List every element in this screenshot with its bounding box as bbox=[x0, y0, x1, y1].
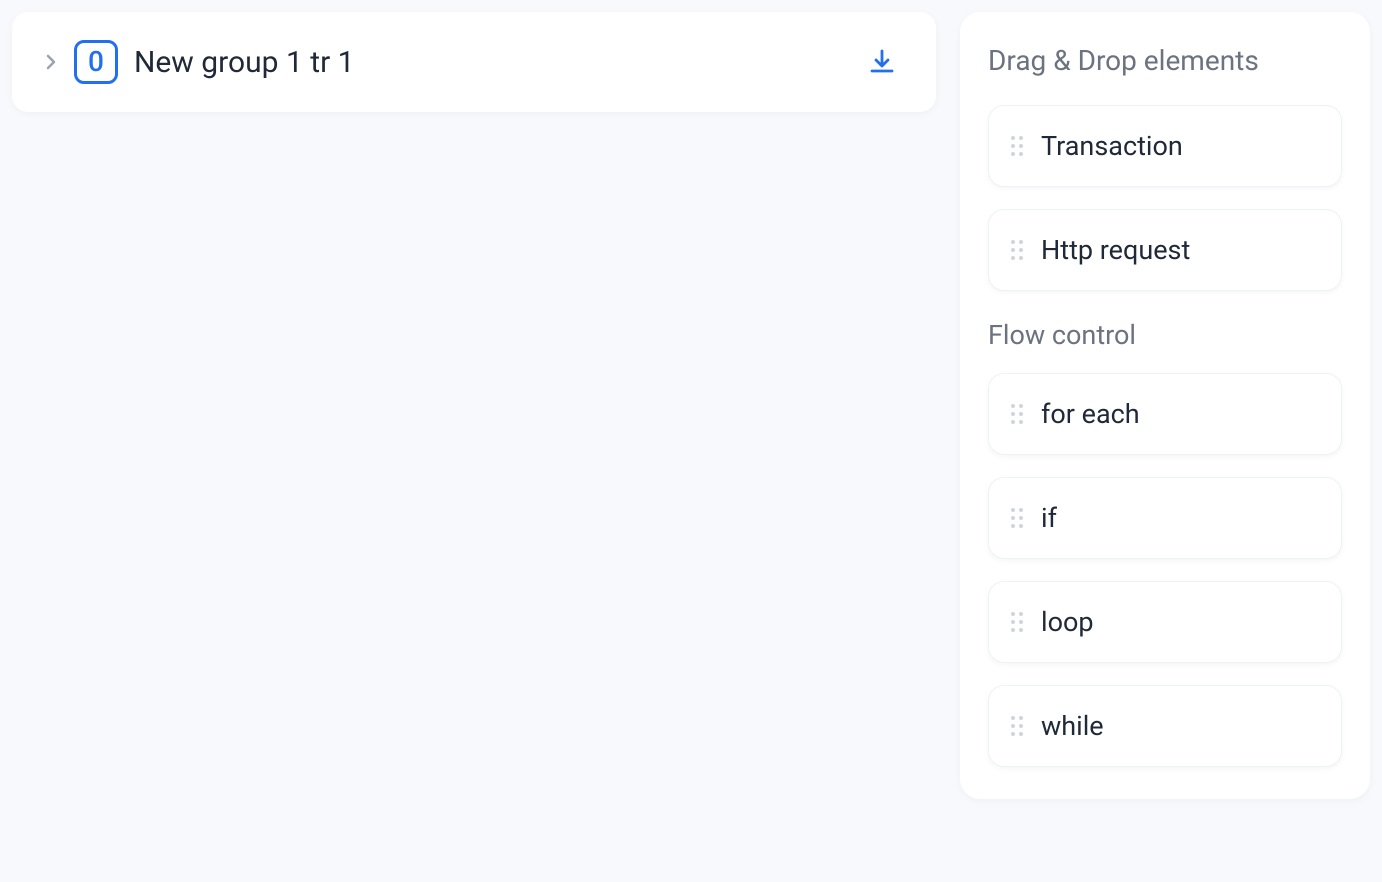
elements-sidebar: Drag & Drop elements Transaction Http re… bbox=[960, 12, 1370, 799]
download-icon bbox=[866, 46, 898, 78]
download-button[interactable] bbox=[860, 40, 904, 84]
main-panel: 0 New group 1 tr 1 bbox=[12, 12, 936, 799]
element-label: Http request bbox=[1041, 234, 1190, 266]
element-label: Transaction bbox=[1041, 130, 1183, 162]
group-title: New group 1 tr 1 bbox=[134, 45, 355, 80]
drag-handle-icon bbox=[1011, 404, 1023, 424]
element-loop[interactable]: loop bbox=[988, 581, 1342, 663]
group-index-badge: 0 bbox=[74, 40, 118, 84]
element-transaction[interactable]: Transaction bbox=[988, 105, 1342, 187]
flow-control-section-title: Flow control bbox=[988, 319, 1342, 351]
element-for-each[interactable]: for each bbox=[988, 373, 1342, 455]
drag-handle-icon bbox=[1011, 136, 1023, 156]
element-label: loop bbox=[1041, 606, 1094, 638]
group-header: 0 New group 1 tr 1 bbox=[44, 40, 860, 84]
element-label: for each bbox=[1041, 398, 1140, 430]
drag-handle-icon bbox=[1011, 612, 1023, 632]
element-if[interactable]: if bbox=[988, 477, 1342, 559]
element-while[interactable]: while bbox=[988, 685, 1342, 767]
drag-handle-icon bbox=[1011, 716, 1023, 736]
element-label: while bbox=[1041, 710, 1104, 742]
element-label: if bbox=[1041, 502, 1057, 534]
element-http-request[interactable]: Http request bbox=[988, 209, 1342, 291]
expand-chevron-icon[interactable] bbox=[44, 52, 58, 72]
group-index-value: 0 bbox=[88, 48, 104, 76]
group-card[interactable]: 0 New group 1 tr 1 bbox=[12, 12, 936, 112]
drag-handle-icon bbox=[1011, 240, 1023, 260]
sidebar-title: Drag & Drop elements bbox=[988, 44, 1342, 77]
drag-handle-icon bbox=[1011, 508, 1023, 528]
